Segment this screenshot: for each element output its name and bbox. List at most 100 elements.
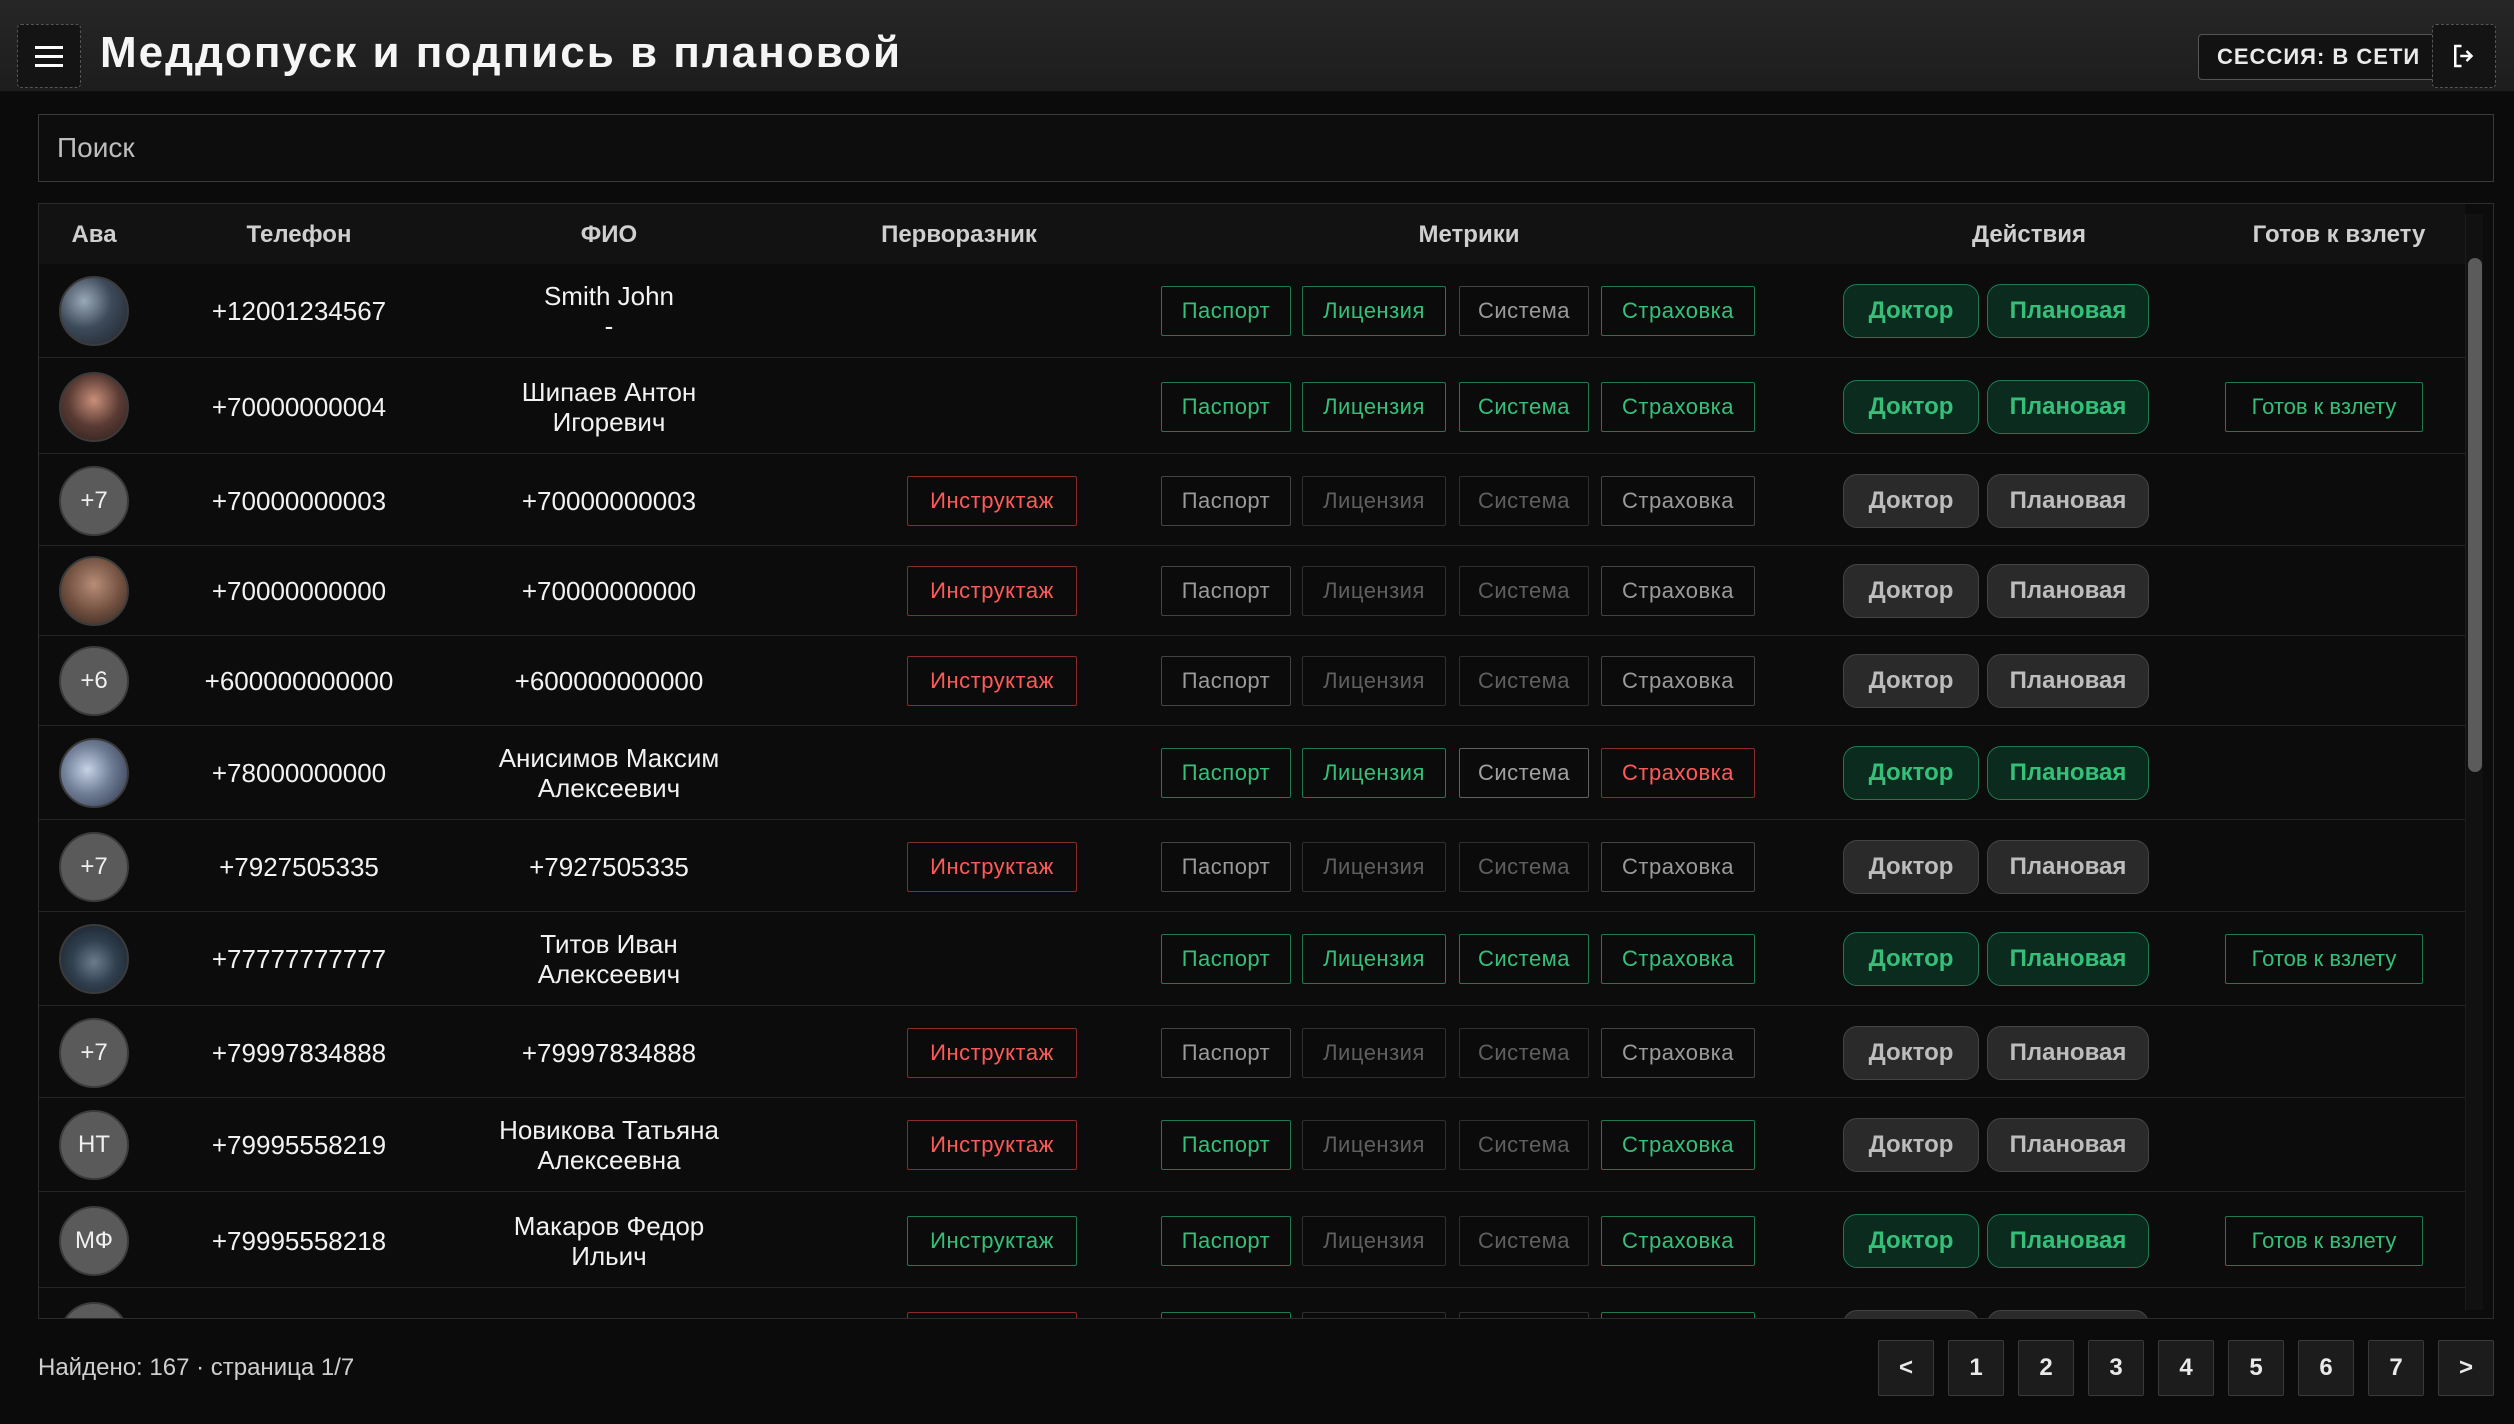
next-page-button[interactable]: >	[2438, 1340, 2494, 1396]
metric-system[interactable]: Система	[1459, 1120, 1589, 1170]
metric-insurance[interactable]: Страховка	[1601, 1028, 1755, 1078]
metric-system[interactable]: Система	[1459, 382, 1589, 432]
planned-button[interactable]: Плановая	[1987, 932, 2149, 986]
menu-button[interactable]	[17, 24, 81, 88]
metric-system[interactable]: Система	[1459, 476, 1589, 526]
first-timer-tag[interactable]: Инструктаж	[907, 566, 1077, 616]
search-input[interactable]	[38, 114, 2494, 182]
avatar[interactable]: +7	[59, 832, 129, 902]
metric-license[interactable]: Лицензия	[1302, 566, 1446, 616]
metric-passport[interactable]: Паспорт	[1161, 286, 1291, 336]
metric-insurance[interactable]: Страховка	[1601, 286, 1755, 336]
doctor-button[interactable]: Доктор	[1843, 654, 1979, 708]
table-row[interactable]: +70000000004 Шипаев Антон Игоревич Паспорт Л…	[39, 360, 2465, 454]
metric-system[interactable]: Система	[1459, 286, 1589, 336]
metric-license[interactable]: Лицензия	[1302, 1216, 1446, 1266]
metric-passport[interactable]: Паспорт	[1161, 748, 1291, 798]
metric-insurance[interactable]: Страховка	[1601, 1120, 1755, 1170]
metric-license[interactable]: Лицензия	[1302, 656, 1446, 706]
logout-button[interactable]	[2432, 24, 2496, 88]
doctor-button[interactable]: Доктор	[1843, 1310, 1979, 1318]
planned-button[interactable]: Плановая	[1987, 380, 2149, 434]
metric-license[interactable]: Лицензия	[1302, 286, 1446, 336]
avatar[interactable]: МК	[59, 1302, 129, 1318]
table-row[interactable]: МК +79995558217Макарова Ксения Инструктаж П…	[39, 1290, 2465, 1318]
metric-insurance[interactable]: Страховка	[1601, 476, 1755, 526]
planned-button[interactable]: Плановая	[1987, 474, 2149, 528]
metric-passport[interactable]: Паспорт	[1161, 382, 1291, 432]
planned-button[interactable]: Плановая	[1987, 284, 2149, 338]
first-timer-tag[interactable]: Инструктаж	[907, 842, 1077, 892]
avatar[interactable]	[59, 738, 129, 808]
metric-system[interactable]: Система	[1459, 1028, 1589, 1078]
avatar[interactable]	[59, 372, 129, 442]
page-button[interactable]: 4	[2158, 1340, 2214, 1396]
avatar[interactable]	[59, 276, 129, 346]
doctor-button[interactable]: Доктор	[1843, 1214, 1979, 1268]
avatar[interactable]: +7	[59, 466, 129, 536]
table-row[interactable]: +77777777777 Титов Иван Алексеевич Паспорт Л…	[39, 912, 2465, 1006]
doctor-button[interactable]: Доктор	[1843, 840, 1979, 894]
metric-system[interactable]: Система	[1459, 1312, 1589, 1318]
page-button[interactable]: 2	[2018, 1340, 2074, 1396]
ready-badge[interactable]: Готов к взлету	[2225, 934, 2423, 984]
metric-system[interactable]: Система	[1459, 656, 1589, 706]
doctor-button[interactable]: Доктор	[1843, 474, 1979, 528]
prev-page-button[interactable]: <	[1878, 1340, 1934, 1396]
first-timer-tag[interactable]: Инструктаж	[907, 1312, 1077, 1318]
avatar[interactable]: МФ	[59, 1206, 129, 1276]
page-button[interactable]: 1	[1948, 1340, 2004, 1396]
metric-license[interactable]: Лицензия	[1302, 1312, 1446, 1318]
metric-insurance[interactable]: Страховка	[1601, 842, 1755, 892]
table-row[interactable]: +70000000000 +70000000000 Инструктаж Паспор…	[39, 546, 2465, 636]
avatar[interactable]: +7	[59, 1018, 129, 1088]
metric-passport[interactable]: Паспорт	[1161, 566, 1291, 616]
avatar[interactable]: НТ	[59, 1110, 129, 1180]
page-button[interactable]: 6	[2298, 1340, 2354, 1396]
doctor-button[interactable]: Доктор	[1843, 932, 1979, 986]
doctor-button[interactable]: Доктор	[1843, 284, 1979, 338]
ready-badge[interactable]: Готов к взлету	[2225, 382, 2423, 432]
metric-insurance[interactable]: Страховка	[1601, 1312, 1755, 1318]
planned-button[interactable]: Плановая	[1987, 840, 2149, 894]
table-row[interactable]: +7 +70000000003 +70000000003 Инструктаж Пасп…	[39, 456, 2465, 546]
metric-insurance[interactable]: Страховка	[1601, 656, 1755, 706]
metric-license[interactable]: Лицензия	[1302, 842, 1446, 892]
metric-passport[interactable]: Паспорт	[1161, 1216, 1291, 1266]
planned-button[interactable]: Плановая	[1987, 1026, 2149, 1080]
table-row[interactable]: МФ +79995558218 Макаров Федор Ильич Инструкт…	[39, 1194, 2465, 1288]
ready-badge[interactable]: Готов к взлету	[2225, 1216, 2423, 1266]
metric-license[interactable]: Лицензия	[1302, 382, 1446, 432]
doctor-button[interactable]: Доктор	[1843, 746, 1979, 800]
metric-license[interactable]: Лицензия	[1302, 476, 1446, 526]
page-button[interactable]: 5	[2228, 1340, 2284, 1396]
table-row[interactable]: +12001234567 Smith John - Паспорт Лицензия Си…	[39, 264, 2465, 358]
metric-system[interactable]: Система	[1459, 566, 1589, 616]
metric-passport[interactable]: Паспорт	[1161, 1028, 1291, 1078]
metric-system[interactable]: Система	[1459, 934, 1589, 984]
avatar[interactable]: +6	[59, 646, 129, 716]
metric-license[interactable]: Лицензия	[1302, 748, 1446, 798]
metric-insurance[interactable]: Страховка	[1601, 1216, 1755, 1266]
doctor-button[interactable]: Доктор	[1843, 380, 1979, 434]
table-row[interactable]: +7 +79997834888 +79997834888 Инструктаж Пасп…	[39, 1008, 2465, 1098]
metric-insurance[interactable]: Страховка	[1601, 934, 1755, 984]
metric-passport[interactable]: Паспорт	[1161, 476, 1291, 526]
metric-license[interactable]: Лицензия	[1302, 1120, 1446, 1170]
planned-button[interactable]: Плановая	[1987, 654, 2149, 708]
first-timer-tag[interactable]: Инструктаж	[907, 476, 1077, 526]
planned-button[interactable]: Плановая	[1987, 1118, 2149, 1172]
metric-passport[interactable]: Паспорт	[1161, 934, 1291, 984]
metric-system[interactable]: Система	[1459, 842, 1589, 892]
page-button[interactable]: 7	[2368, 1340, 2424, 1396]
table-row[interactable]: НТ +79995558219 Новикова Татьяна Алексеевна…	[39, 1098, 2465, 1192]
metric-insurance[interactable]: Страховка	[1601, 382, 1755, 432]
planned-button[interactable]: Плановая	[1987, 746, 2149, 800]
doctor-button[interactable]: Доктор	[1843, 1026, 1979, 1080]
metric-passport[interactable]: Паспорт	[1161, 656, 1291, 706]
avatar[interactable]	[59, 556, 129, 626]
avatar[interactable]	[59, 924, 129, 994]
metric-license[interactable]: Лицензия	[1302, 1028, 1446, 1078]
page-button[interactable]: 3	[2088, 1340, 2144, 1396]
doctor-button[interactable]: Доктор	[1843, 1118, 1979, 1172]
